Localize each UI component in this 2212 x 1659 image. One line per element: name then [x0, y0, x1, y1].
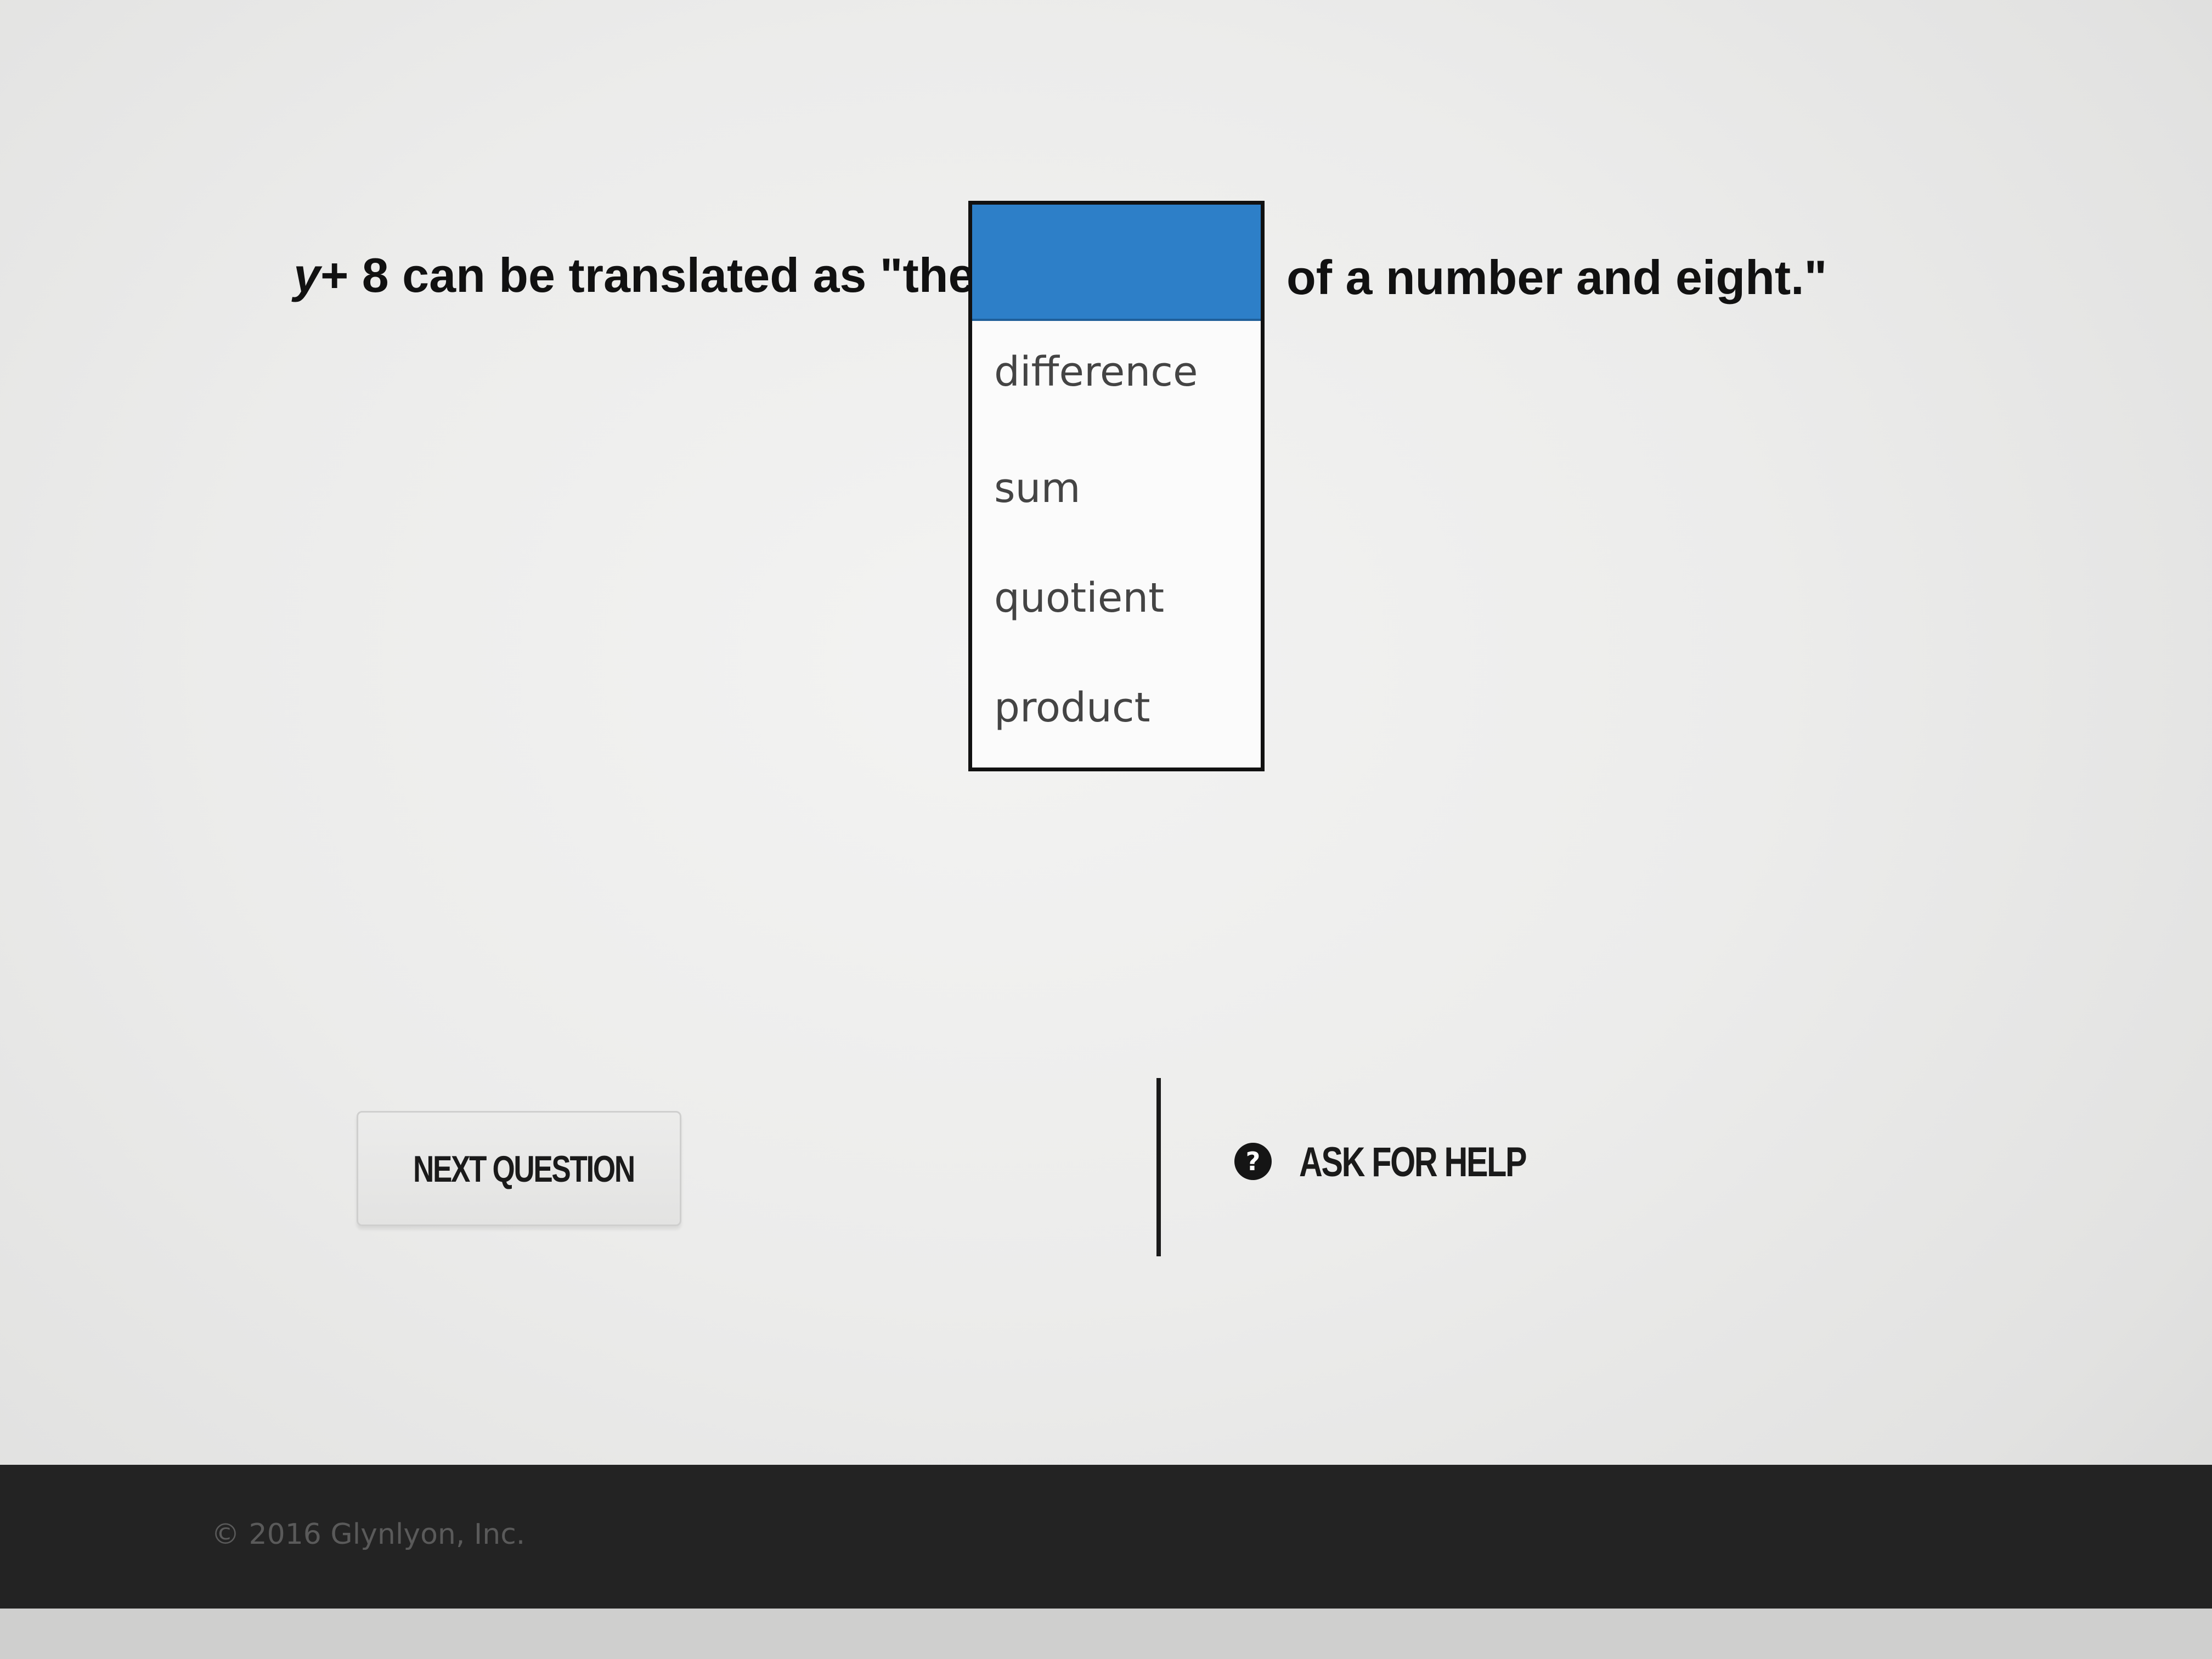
dropdown-option-quotient[interactable]: quotient [994, 578, 1164, 618]
screen-bottom-edge [0, 1609, 2212, 1659]
dropdown-option-sum[interactable]: sum [994, 468, 1081, 509]
page: y+ 8 can be translated as "the of a numb… [0, 0, 2212, 1659]
next-question-button[interactable]: NEXT QUESTION [357, 1111, 681, 1226]
ask-for-help-label: ASK FOR HELP [1299, 1139, 1527, 1186]
next-question-label: NEXT QUESTION [413, 1148, 635, 1190]
footer: © 2016 Glynlyon, Inc. [0, 1465, 2212, 1609]
answer-dropdown-list[interactable]: difference sum quotient product [968, 201, 1265, 771]
question-variable: y [294, 248, 320, 302]
dropdown-selected-option[interactable] [972, 205, 1261, 321]
question-text-before: y+ 8 can be translated as "the [294, 251, 975, 300]
question-text-after: of a number and eight." [1286, 250, 1827, 304]
vertical-divider [1156, 1078, 1161, 1256]
copyright-text: © 2016 Glynlyon, Inc. [211, 1518, 526, 1551]
question-expression: + 8 can be translated as "the [320, 248, 975, 302]
question-circle-icon: ? [1234, 1143, 1272, 1180]
dropdown-option-difference[interactable]: difference [994, 352, 1198, 392]
dropdown-option-product[interactable]: product [994, 687, 1150, 728]
